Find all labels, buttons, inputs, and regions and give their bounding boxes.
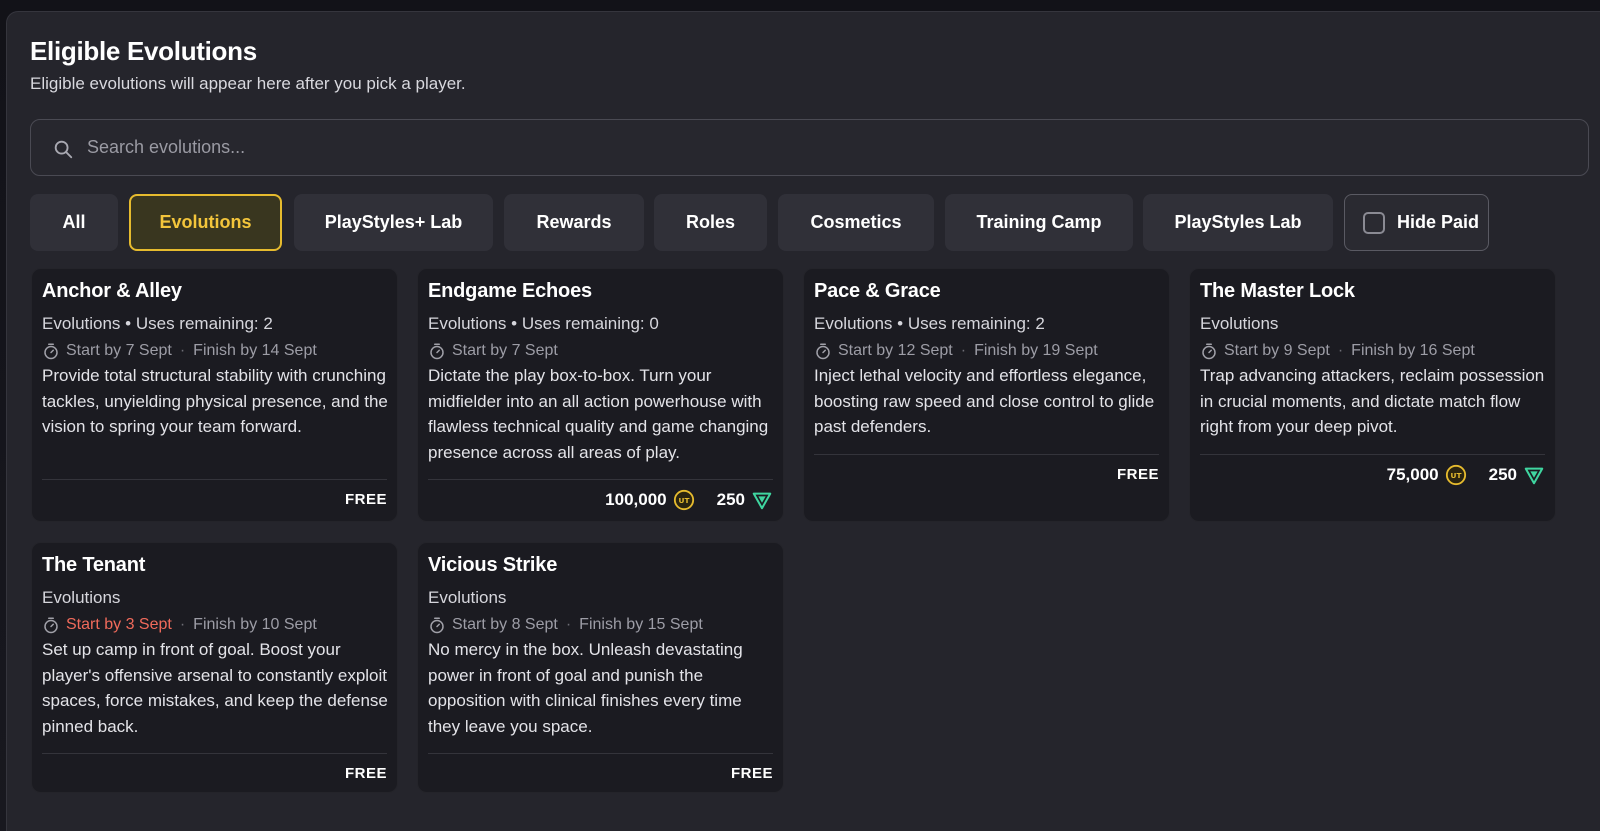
card-start-date: Start by 12 Sept (838, 342, 953, 359)
card-price: FREE (345, 765, 387, 782)
card-dates: Start by 3 Sept · Finish by 10 Sept (42, 616, 317, 634)
search-input[interactable] (87, 120, 1567, 175)
timer-icon (44, 617, 58, 634)
timer-icon (430, 343, 444, 360)
fc-points-icon (752, 492, 772, 510)
card-meta: Evolutions (428, 588, 507, 607)
card-meta: Evolutions • Uses remaining: 0 (428, 314, 659, 333)
tab-rewards[interactable]: Rewards (504, 194, 644, 251)
tab-roles[interactable]: Roles (654, 194, 767, 251)
tab-training-camp[interactable]: Training Camp (945, 194, 1133, 251)
svg-text:UT: UT (1450, 471, 1461, 480)
card-price: 75,000 UT 250 (1387, 464, 1545, 486)
timer-icon (44, 343, 58, 360)
coin-price: 100,000 (605, 490, 667, 509)
card-meta: Evolutions • Uses remaining: 2 (42, 314, 273, 333)
evolution-card[interactable]: Anchor & Alley Evolutions • Uses remaini… (31, 268, 398, 522)
free-label: FREE (344, 765, 387, 782)
card-finish-date: Finish by 14 Sept (193, 342, 317, 359)
card-divider (428, 479, 773, 480)
app-background: Eligible Evolutions Eligible evolutions … (0, 0, 1600, 831)
card-start-date: Start by 7 Sept (452, 342, 558, 359)
date-separator: · (179, 342, 186, 359)
tab-evolutions[interactable]: Evolutions (129, 194, 282, 251)
free-label: FREE (1116, 466, 1159, 483)
coin-icon: UT (1445, 464, 1466, 486)
evolution-card[interactable]: Endgame Echoes Evolutions • Uses remaini… (417, 268, 784, 522)
coin-price: 75,000 (1386, 465, 1439, 484)
card-price: FREE (345, 491, 387, 508)
page-subtitle: Eligible evolutions will appear here aft… (30, 74, 466, 93)
search-box[interactable] (30, 119, 1589, 176)
card-start-date-urgent: Start by 3 Sept (66, 616, 172, 633)
card-finish-date: Finish by 19 Sept (974, 342, 1098, 359)
hide-paid-checkbox[interactable] (1363, 211, 1385, 234)
card-dates: Start by 9 Sept · Finish by 16 Sept (1200, 342, 1475, 360)
free-label: FREE (344, 491, 387, 508)
card-dates: Start by 12 Sept · Finish by 19 Sept (814, 342, 1098, 360)
card-description: Set up camp in front of goal. Boost your… (42, 640, 388, 736)
card-divider (42, 479, 387, 480)
coin-icon: UT (673, 489, 694, 511)
card-finish-date: Finish by 10 Sept (193, 616, 317, 633)
points-price: 250 (1488, 465, 1517, 484)
card-divider (42, 753, 387, 754)
evolution-card[interactable]: Pace & Grace Evolutions • Uses remaining… (803, 268, 1170, 522)
date-separator: · (960, 342, 967, 359)
eligible-evolutions-panel: Eligible Evolutions Eligible evolutions … (6, 11, 1600, 831)
card-finish-date: Finish by 15 Sept (579, 616, 703, 633)
fc-points-icon (1524, 467, 1544, 485)
card-title: Anchor & Alley (42, 280, 182, 302)
card-description: Inject lethal velocity and effortless el… (814, 366, 1155, 436)
card-title: Vicious Strike (428, 554, 558, 576)
evolution-card[interactable]: The Tenant Evolutions Start by 3 Sept · … (31, 542, 398, 793)
tab-all[interactable]: All (30, 194, 118, 251)
card-title: Endgame Echoes (428, 280, 592, 302)
date-separator: · (179, 616, 186, 633)
points-price: 250 (716, 490, 745, 509)
tab-playstyles-plus-lab[interactable]: PlayStyles+ Lab (294, 194, 493, 251)
card-divider (1200, 454, 1545, 455)
card-divider (814, 454, 1159, 455)
search-icon (54, 140, 73, 159)
card-start-date: Start by 7 Sept (66, 342, 172, 359)
svg-text:UT: UT (678, 496, 689, 505)
card-dates: Start by 7 Sept (428, 342, 558, 360)
free-label: FREE (730, 765, 773, 782)
card-meta: Evolutions • Uses remaining: 2 (814, 314, 1045, 333)
card-description: No mercy in the box. Unleash devastating… (428, 640, 743, 736)
card-price: FREE (1117, 466, 1159, 483)
card-title: The Master Lock (1200, 280, 1355, 302)
page-title: Eligible Evolutions (30, 36, 257, 66)
date-separator: · (1337, 342, 1344, 359)
tab-cosmetics[interactable]: Cosmetics (778, 194, 934, 251)
card-start-date: Start by 8 Sept (452, 616, 558, 633)
card-finish-date: Finish by 16 Sept (1351, 342, 1475, 359)
hide-paid-toggle[interactable]: Hide Paid (1344, 194, 1489, 251)
timer-icon (1202, 343, 1216, 360)
card-dates: Start by 8 Sept · Finish by 15 Sept (428, 616, 703, 634)
date-separator: · (565, 616, 572, 633)
card-price: 100,000 UT 250 (605, 489, 773, 511)
evolution-card[interactable]: Vicious Strike Evolutions Start by 8 Sep… (417, 542, 784, 793)
card-price: FREE (731, 765, 773, 782)
timer-icon (816, 343, 830, 360)
card-title: The Tenant (42, 554, 146, 576)
evolution-card[interactable]: The Master Lock Evolutions Start by 9 Se… (1189, 268, 1556, 522)
card-divider (428, 753, 773, 754)
card-title: Pace & Grace (814, 280, 941, 302)
timer-icon (430, 617, 444, 634)
card-description: Provide total structural stability with … (42, 366, 388, 436)
card-start-date: Start by 9 Sept (1224, 342, 1330, 359)
card-description: Dictate the play box-to-box. Turn your m… (428, 366, 769, 462)
card-meta: Evolutions (42, 588, 121, 607)
tab-playstyles-lab[interactable]: PlayStyles Lab (1143, 194, 1333, 251)
card-meta: Evolutions (1200, 314, 1279, 333)
card-dates: Start by 7 Sept · Finish by 14 Sept (42, 342, 317, 360)
card-description: Trap advancing attackers, reclaim posses… (1200, 366, 1545, 436)
